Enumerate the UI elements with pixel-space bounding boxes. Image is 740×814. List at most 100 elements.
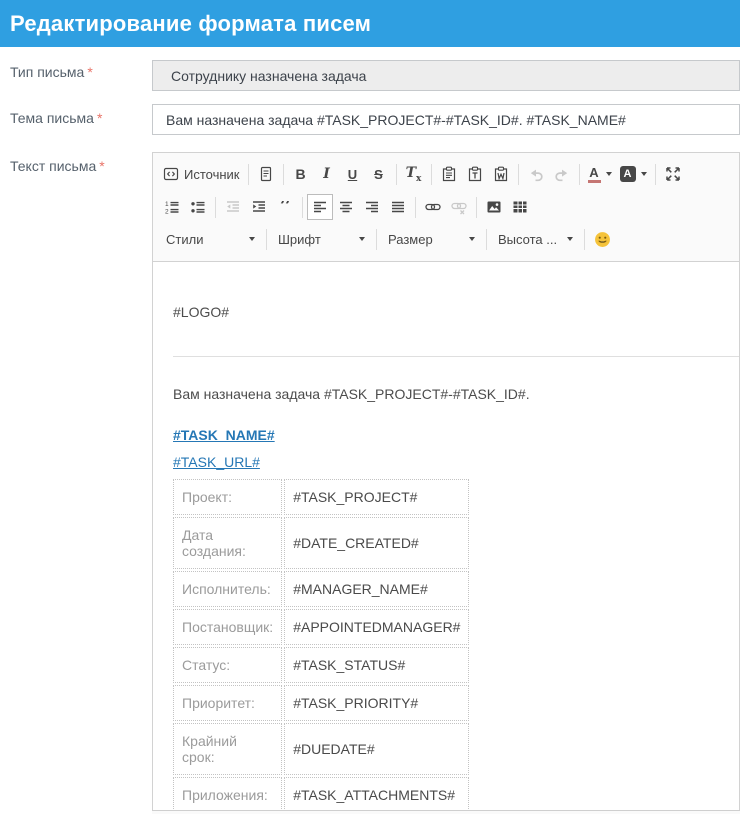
editor-toolbar: Источник B I U S Tx <box>153 153 739 262</box>
blockquote-icon: ” <box>279 201 291 214</box>
justify-icon <box>390 199 406 215</box>
table-row: Крайний срок: #DUEDATE# <box>173 723 469 775</box>
table-row: Статус: #TASK_STATUS# <box>173 647 469 683</box>
bulleted-list-button[interactable] <box>185 194 211 220</box>
task-field-value-cell: #TASK_STATUS# <box>284 647 469 683</box>
line-height-combo[interactable]: Высота ... <box>491 226 580 252</box>
letter-subject-label: Тема письма* <box>10 110 102 126</box>
paste-word-icon <box>493 166 509 182</box>
rich-text-editor: Источник B I U S Tx <box>152 152 740 814</box>
background-color-button[interactable]: A <box>616 161 651 187</box>
strikethrough-button[interactable]: S <box>366 161 392 187</box>
link-icon <box>425 199 441 215</box>
chevron-down-icon <box>249 237 255 241</box>
letter-body-label: Текст письма* <box>10 158 105 174</box>
size-combo-label: Размер <box>388 232 464 247</box>
toolbar-separator <box>376 229 377 250</box>
logo-placeholder: #LOGO# <box>173 302 739 322</box>
letter-type-field[interactable]: Сотруднику назначена задача <box>152 60 740 91</box>
text-color-button[interactable]: A <box>584 161 616 187</box>
paste-icon <box>441 166 457 182</box>
justify-button[interactable] <box>385 194 411 220</box>
task-field-value-cell: #DUEDATE# <box>284 723 469 775</box>
paste-as-text-button[interactable] <box>462 161 488 187</box>
toolbar-separator <box>302 197 303 218</box>
size-combo[interactable]: Размер <box>381 226 482 252</box>
editor-resize-bar[interactable] <box>152 810 740 814</box>
decrease-indent-button[interactable] <box>220 194 246 220</box>
underline-button[interactable]: U <box>340 161 366 187</box>
chevron-down-icon <box>359 237 365 241</box>
maximize-button[interactable] <box>660 161 686 187</box>
task-field-label-cell: Приложения: <box>173 777 282 813</box>
italic-icon: I <box>323 166 330 182</box>
undo-icon <box>528 166 544 182</box>
table-row: Исполнитель: #MANAGER_NAME# <box>173 571 469 607</box>
smiley-button[interactable] <box>589 226 615 252</box>
bold-button[interactable]: B <box>288 161 314 187</box>
task-field-value-cell: #TASK_PRIORITY# <box>284 685 469 721</box>
source-button-label: Источник <box>184 167 240 182</box>
templates-button[interactable] <box>253 161 279 187</box>
insert-table-button[interactable] <box>507 194 533 220</box>
insert-image-button[interactable] <box>481 194 507 220</box>
editor-content-area[interactable]: #LOGO# Вам назначена задача #TASK_PROJEC… <box>153 302 739 814</box>
table-row: Постановщик: #APPOINTEDMANAGER# <box>173 609 469 645</box>
outdent-icon <box>225 199 241 215</box>
task-field-label-cell: Дата создания: <box>173 517 282 569</box>
letter-subject-input[interactable] <box>152 104 740 135</box>
italic-button[interactable]: I <box>314 161 340 187</box>
toolbar-separator <box>584 229 585 250</box>
align-center-button[interactable] <box>333 194 359 220</box>
chevron-down-icon <box>641 172 647 176</box>
toolbar-separator <box>486 229 487 250</box>
task-field-label-cell: Приоритет: <box>173 685 282 721</box>
paste-from-word-button[interactable] <box>488 161 514 187</box>
text-color-icon: A <box>588 166 601 183</box>
chevron-down-icon <box>567 237 573 241</box>
undo-button[interactable] <box>523 161 549 187</box>
svg-text:1: 1 <box>165 201 169 208</box>
font-combo[interactable]: Шрифт <box>271 226 372 252</box>
intro-text: Вам назначена задача #TASK_PROJECT#-#TAS… <box>173 384 739 404</box>
table-row: Проект: #TASK_PROJECT# <box>173 479 469 515</box>
toolbar-separator <box>476 197 477 218</box>
numbered-list-button[interactable]: 1 2 <box>159 194 185 220</box>
page-header: Редактирование формата писем <box>0 0 740 47</box>
align-left-button[interactable] <box>307 194 333 220</box>
smiley-icon <box>594 231 611 248</box>
toolbar-row-1: Источник B I U S Tx <box>159 157 735 191</box>
task-field-label-cell: Постановщик: <box>173 609 282 645</box>
toolbar-separator <box>215 197 216 218</box>
task-field-value-cell: #DATE_CREATED# <box>284 517 469 569</box>
align-right-button[interactable] <box>359 194 385 220</box>
remove-format-button[interactable]: Tx <box>401 161 427 187</box>
toolbar-separator <box>518 164 519 185</box>
blockquote-button[interactable]: ” <box>272 194 298 220</box>
align-right-icon <box>364 199 380 215</box>
paste-button[interactable] <box>436 161 462 187</box>
styles-combo[interactable]: Стили <box>159 226 262 252</box>
unlink-button[interactable] <box>446 194 472 220</box>
source-button[interactable]: Источник <box>159 161 244 187</box>
redo-button[interactable] <box>549 161 575 187</box>
underline-icon: U <box>348 167 357 182</box>
task-field-label-cell: Крайний срок: <box>173 723 282 775</box>
background-color-icon: A <box>620 166 636 182</box>
task-name-link[interactable]: #TASK_NAME# <box>173 425 275 445</box>
task-url-link[interactable]: #TASK_URL# <box>173 454 260 470</box>
toolbar-separator <box>431 164 432 185</box>
paste-text-icon <box>467 166 483 182</box>
link-button[interactable] <box>420 194 446 220</box>
required-asterisk: * <box>99 158 104 174</box>
toolbar-separator <box>579 164 580 185</box>
table-row: Приложения: #TASK_ATTACHMENTS# <box>173 777 469 813</box>
increase-indent-button[interactable] <box>246 194 272 220</box>
page-title: Редактирование формата писем <box>0 11 371 37</box>
styles-combo-label: Стили <box>166 232 244 247</box>
horizontal-rule <box>173 356 739 357</box>
task-field-value-cell: #TASK_ATTACHMENTS# <box>284 777 469 813</box>
toolbar-separator <box>266 229 267 250</box>
task-field-value-cell: #MANAGER_NAME# <box>284 571 469 607</box>
table-icon <box>512 199 528 215</box>
